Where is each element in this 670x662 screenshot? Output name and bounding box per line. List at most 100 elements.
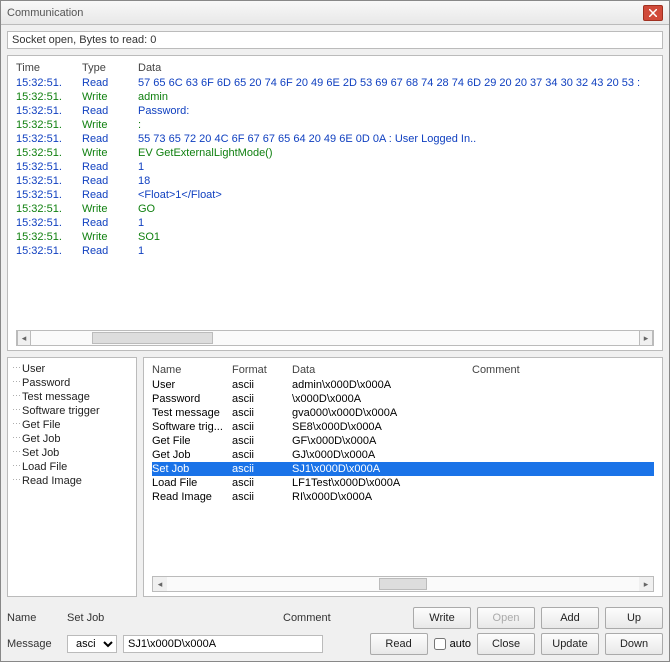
auto-checkbox[interactable] — [434, 638, 446, 650]
table-row[interactable]: Userasciiadmin\x000D\x000A — [152, 378, 654, 392]
log-data: 1 — [138, 217, 654, 229]
log-type: Write — [82, 231, 138, 243]
up-button[interactable]: Up — [605, 607, 663, 629]
communication-window: Communication Socket open, Bytes to read… — [0, 0, 670, 662]
scroll-left-icon[interactable]: ◂ — [153, 577, 167, 591]
log-row[interactable]: 15:32:51.Read<Float>1</Float> — [16, 188, 654, 202]
tree-item[interactable]: Read Image — [12, 474, 132, 488]
scroll-track[interactable] — [167, 577, 639, 591]
td-format: ascii — [232, 463, 292, 475]
scroll-right-icon[interactable]: ▸ — [639, 331, 653, 345]
read-button[interactable]: Read — [370, 633, 428, 655]
td-comment — [472, 491, 654, 503]
tree-item[interactable]: Get File — [12, 418, 132, 432]
td-comment — [472, 435, 654, 447]
th-comment: Comment — [472, 364, 654, 376]
tree-item[interactable]: User — [12, 362, 132, 376]
log-row[interactable]: 15:32:51.WriteEV GetExternalLightMode() — [16, 146, 654, 160]
log-row[interactable]: 15:32:51.Read18 — [16, 174, 654, 188]
log-row[interactable]: 15:32:51.ReadPassword: — [16, 104, 654, 118]
scroll-track[interactable] — [31, 331, 639, 345]
log-data: 1 — [138, 161, 654, 173]
scroll-left-icon[interactable]: ◂ — [17, 331, 31, 345]
tree-item[interactable]: Test message — [12, 390, 132, 404]
table-row[interactable]: Passwordascii\x000D\x000A — [152, 392, 654, 406]
log-time: 15:32:51. — [16, 231, 82, 243]
log-row[interactable]: 15:32:51.Writeadmin — [16, 90, 654, 104]
td-comment — [472, 463, 654, 475]
td-data: gva000\x000D\x000A — [292, 407, 472, 419]
td-data: GF\x000D\x000A — [292, 435, 472, 447]
add-button[interactable]: Add — [541, 607, 599, 629]
td-comment — [472, 421, 654, 433]
log-type: Read — [82, 217, 138, 229]
log-type: Write — [82, 119, 138, 131]
log-row[interactable]: 15:32:51.Read1 — [16, 160, 654, 174]
table-panel: Name Format Data Comment Userasciiadmin\… — [143, 357, 663, 597]
scroll-right-icon[interactable]: ▸ — [639, 577, 653, 591]
td-name: Get Job — [152, 449, 232, 461]
log-row[interactable]: 15:32:51.Read1 — [16, 244, 654, 258]
td-comment — [472, 393, 654, 405]
tree-item[interactable]: Load File — [12, 460, 132, 474]
log-row[interactable]: 15:32:51.WriteSO1 — [16, 230, 654, 244]
log-time: 15:32:51. — [16, 133, 82, 145]
scroll-thumb[interactable] — [92, 332, 214, 344]
tree-item[interactable]: Password — [12, 376, 132, 390]
log-row[interactable]: 15:32:51.Write: — [16, 118, 654, 132]
log-row[interactable]: 15:32:51.Read1 — [16, 216, 654, 230]
log-row[interactable]: 15:32:51.WriteGO — [16, 202, 654, 216]
log-time: 15:32:51. — [16, 119, 82, 131]
td-format: ascii — [232, 407, 292, 419]
td-name: Get File — [152, 435, 232, 447]
td-name: User — [152, 379, 232, 391]
scroll-thumb[interactable] — [379, 578, 426, 590]
log-row[interactable]: 15:32:51.Read55 73 65 72 20 4C 6F 67 67 … — [16, 132, 654, 146]
tree-item[interactable]: Get Job — [12, 432, 132, 446]
log-data: EV GetExternalLightMode() — [138, 147, 654, 159]
td-name: Software trig... — [152, 421, 232, 433]
message-input[interactable] — [123, 635, 323, 653]
name-value: Set Job — [67, 612, 277, 624]
status-bar: Socket open, Bytes to read: 0 — [7, 31, 663, 49]
log-type: Read — [82, 105, 138, 117]
log-hscroll[interactable]: ◂ ▸ — [16, 330, 654, 346]
write-button[interactable]: Write — [413, 607, 471, 629]
tree-item[interactable]: Software trigger — [12, 404, 132, 418]
name-label: Name — [7, 612, 61, 624]
close-window-button[interactable] — [643, 5, 663, 21]
log-panel: Time Type Data 15:32:51.Read57 65 6C 63 … — [7, 55, 663, 351]
td-name: Set Job — [152, 463, 232, 475]
td-format: ascii — [232, 379, 292, 391]
log-row[interactable]: 15:32:51.Read57 65 6C 63 6F 6D 65 20 74 … — [16, 76, 654, 90]
close-button[interactable]: Close — [477, 633, 535, 655]
table-row[interactable]: Read ImageasciiRI\x000D\x000A — [152, 490, 654, 504]
td-data: GJ\x000D\x000A — [292, 449, 472, 461]
comment-label: Comment — [283, 612, 339, 624]
table-row[interactable]: Set JobasciiSJ1\x000D\x000A — [152, 462, 654, 476]
table-row[interactable]: Software trig...asciiSE8\x000D\x000A — [152, 420, 654, 434]
td-name: Password — [152, 393, 232, 405]
td-data: admin\x000D\x000A — [292, 379, 472, 391]
log-time: 15:32:51. — [16, 147, 82, 159]
tree-item[interactable]: Set Job — [12, 446, 132, 460]
table-row[interactable]: Get JobasciiGJ\x000D\x000A — [152, 448, 654, 462]
log-type: Read — [82, 189, 138, 201]
log-type: Read — [82, 77, 138, 89]
table-row[interactable]: Test messageasciigva000\x000D\x000A — [152, 406, 654, 420]
auto-label: auto — [450, 638, 471, 650]
log-time: 15:32:51. — [16, 77, 82, 89]
td-format: ascii — [232, 477, 292, 489]
open-button[interactable]: Open — [477, 607, 535, 629]
table-row[interactable]: Get FileasciiGF\x000D\x000A — [152, 434, 654, 448]
log-header-time: Time — [16, 62, 82, 74]
format-select[interactable]: ascii — [67, 635, 117, 653]
down-button[interactable]: Down — [605, 633, 663, 655]
table-hscroll[interactable]: ◂ ▸ — [152, 576, 654, 592]
log-type: Read — [82, 161, 138, 173]
table-row[interactable]: Load FileasciiLF1Test\x000D\x000A — [152, 476, 654, 490]
log-time: 15:32:51. — [16, 189, 82, 201]
td-data: LF1Test\x000D\x000A — [292, 477, 472, 489]
update-button[interactable]: Update — [541, 633, 599, 655]
log-data: admin — [138, 91, 654, 103]
